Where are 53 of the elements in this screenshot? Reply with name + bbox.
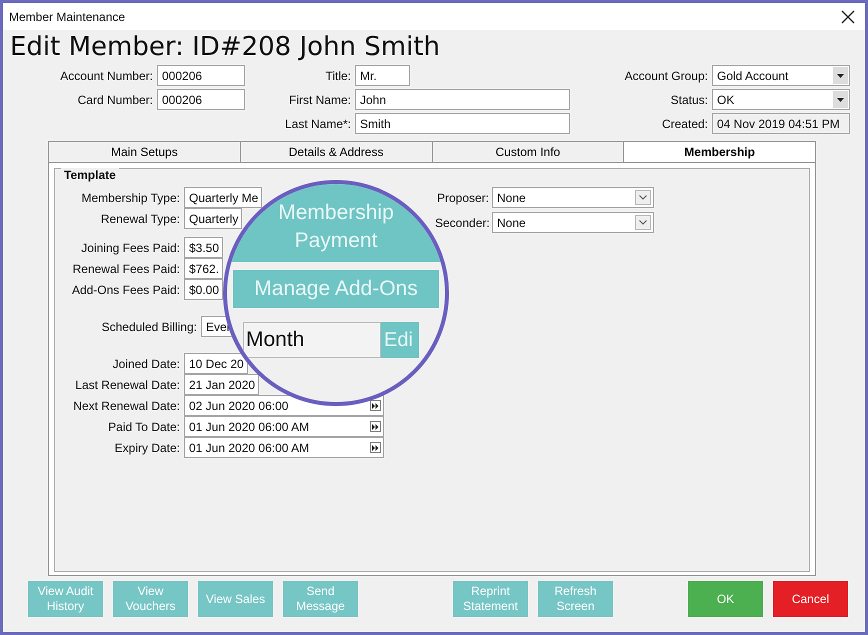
cancel-button[interactable]: Cancel (773, 581, 848, 617)
date-picker-icon[interactable] (370, 400, 381, 411)
field-label: Created: (660, 116, 708, 130)
field-label: Add-Ons Fees Paid: (70, 282, 180, 296)
input-field[interactable]: Month (243, 322, 381, 358)
input-field[interactable]: $762. (184, 258, 224, 279)
tab[interactable]: Main Setups (48, 141, 240, 163)
field-label: Title: (324, 68, 351, 82)
dropdown[interactable]: None (492, 212, 654, 233)
field-label: Joining Fees Paid: (80, 240, 180, 254)
field-label: Renewal Fees Paid: (72, 262, 180, 276)
date-field[interactable]: 01 Jun 2020 06:00 AM (184, 416, 384, 437)
field-label: Next Renewal Date: (72, 398, 180, 412)
dropdown[interactable]: None (492, 187, 654, 208)
input-field[interactable]: 000206 (157, 89, 245, 110)
tab[interactable]: Details & Address (240, 141, 432, 163)
field-label: Account Number: (59, 68, 153, 82)
input-field[interactable]: Mr. (355, 65, 410, 86)
dropdown[interactable]: Gold Account (712, 65, 850, 86)
input-field[interactable]: Smith (355, 113, 570, 134)
field-label: Last Name*: (284, 116, 351, 130)
field-label: First Name: (288, 92, 351, 106)
input-field[interactable]: $0.00 (184, 279, 224, 300)
dropdown[interactable]: OK (712, 89, 850, 110)
input-field[interactable]: $3.50 (184, 237, 224, 258)
date-picker-icon[interactable] (370, 442, 381, 453)
chevron-icon[interactable] (635, 190, 651, 205)
date-picker-icon[interactable] (370, 421, 381, 432)
close-icon[interactable] (841, 10, 855, 24)
input-field[interactable]: 04 Nov 2019 04:51 PM (712, 113, 850, 134)
group-title: Template (61, 168, 119, 182)
input-field[interactable]: Quarterly Me (184, 187, 262, 208)
date-field[interactable]: 01 Jun 2020 06:00 AM (184, 437, 384, 458)
input-field[interactable]: 000206 (157, 65, 245, 86)
input-field[interactable]: 10 Dec 20 (184, 353, 248, 374)
field-label: Card Number: (76, 92, 153, 106)
tab[interactable]: Membership (623, 141, 816, 163)
tab[interactable]: Custom Info (432, 141, 624, 163)
window-title: Member Maintenance (9, 10, 126, 24)
input-field[interactable]: John (355, 89, 570, 110)
chevron-icon[interactable] (635, 215, 651, 230)
field-label: Expiry Date: (114, 440, 180, 454)
field-label: Joined Date: (112, 356, 180, 370)
field-label: Membership Type: (80, 190, 180, 204)
field-label: Last Renewal Date: (74, 378, 180, 392)
field-label: Account Group: (624, 68, 708, 82)
input-field[interactable]: Quarterly (184, 208, 242, 229)
field-label: Paid To Date: (107, 420, 180, 434)
field-label: Status: (670, 92, 708, 106)
field-label: Renewal Type: (100, 212, 180, 226)
input-field[interactable]: 21 Jan 2020 (184, 374, 260, 395)
field-label: Scheduled Billing: (100, 320, 197, 334)
page-heading: Edit Member: ID#208 John Smith (10, 32, 442, 62)
